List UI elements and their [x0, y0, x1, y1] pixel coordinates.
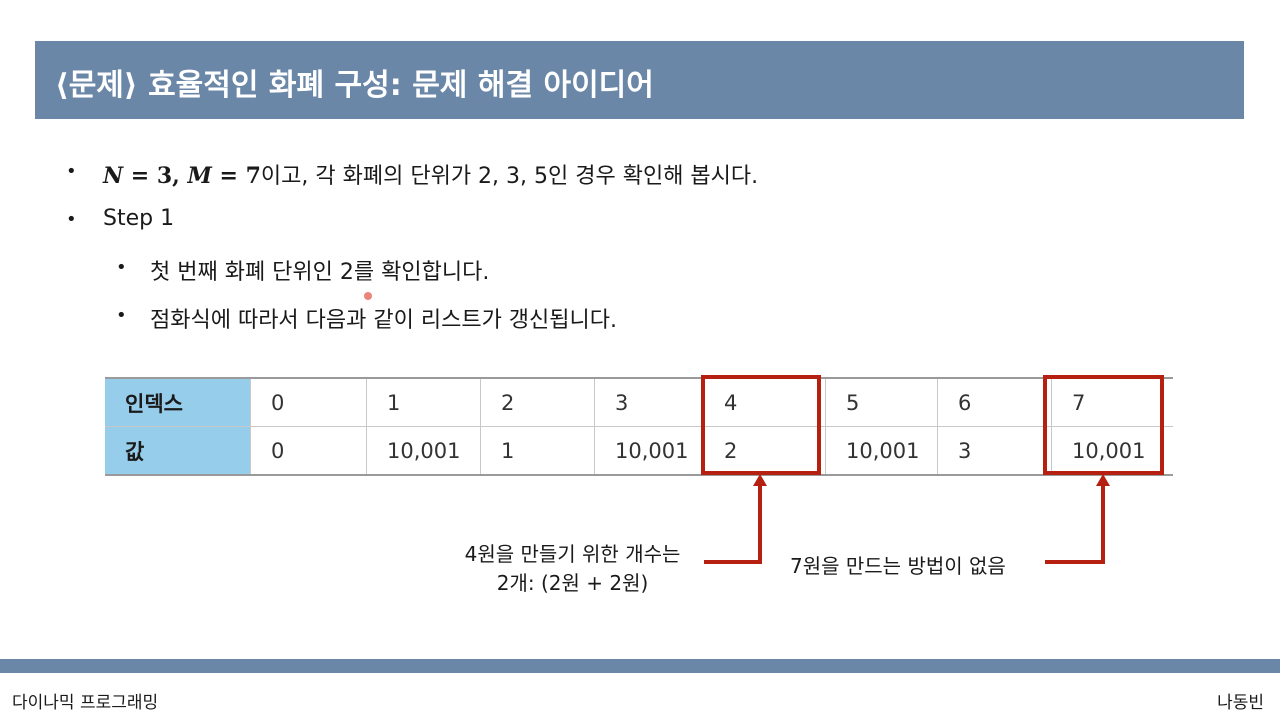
index-cell: 0 — [250, 377, 367, 427]
value-cell: 1 — [480, 426, 595, 476]
value-cell: 10,001 — [366, 426, 481, 476]
highlight-box-index-4 — [701, 375, 821, 475]
index-cell: 5 — [825, 377, 938, 427]
index-cell: 1 — [366, 377, 481, 427]
bullet-dot: • — [66, 209, 77, 230]
arrow-connector-7 — [1045, 560, 1105, 564]
highlight-box-index-7 — [1043, 375, 1164, 475]
footer-author: 나동빈 — [1217, 693, 1264, 713]
index-row: 인덱스 0 1 2 3 4 5 6 7 — [105, 377, 1173, 427]
value-row: 값 0 10,001 1 10,001 2 10,001 3 10,001 — [105, 426, 1173, 476]
footer-course: 다이나믹 프로그래밍 — [12, 693, 159, 713]
arrow-shaft-7 — [1101, 485, 1105, 564]
condition-text: 이고, 각 화폐의 단위가 2, 3, 5인 경우 확인해 봅시다. — [260, 164, 759, 189]
bullet-dot: • — [116, 305, 127, 326]
slide-title: ⟨문제⟩ 효율적인 화폐 구성: 문제 해결 아이디어 — [55, 68, 654, 103]
var-m: M — [187, 163, 212, 189]
index-cell: 6 — [937, 377, 1052, 427]
footer-bar — [0, 659, 1280, 673]
value-cell: 3 — [937, 426, 1052, 476]
eq-m: = 7 — [211, 163, 261, 189]
eq-n: = 3, — [123, 163, 188, 189]
bullet-list-update: 점화식에 따라서 다음과 같이 리스트가 갱신됩니다. — [150, 308, 618, 333]
value-cell: 0 — [250, 426, 367, 476]
note-four-won-line1: 4원을 만들기 위한 개수는 — [464, 542, 681, 566]
bullet-step: Step 1 — [103, 206, 175, 231]
mouse-pointer — [364, 292, 372, 300]
value-cell: 10,001 — [825, 426, 938, 476]
bullet-first-unit: 첫 번째 화폐 단위인 2를 확인합니다. — [150, 260, 490, 285]
title-bar: ⟨문제⟩ 효율적인 화폐 구성: 문제 해결 아이디어 — [35, 41, 1244, 119]
index-cell: 2 — [480, 377, 595, 427]
value-cell: 10,001 — [594, 426, 704, 476]
value-header: 값 — [105, 426, 251, 476]
note-four-won: 4원을 만들기 위한 개수는 2개: (2원 + 2원) — [450, 538, 695, 596]
dp-table: 인덱스 0 1 2 3 4 5 6 7 값 0 10,001 1 10,001 … — [105, 377, 1173, 476]
var-n: N — [103, 163, 124, 189]
arrow-shaft-4 — [758, 485, 762, 564]
arrow-connector-4 — [704, 560, 762, 564]
index-header: 인덱스 — [105, 377, 251, 427]
index-cell: 3 — [594, 377, 704, 427]
note-seven-won: 7원을 만드는 방법이 없음 — [790, 554, 1006, 578]
bullet-dot: • — [116, 257, 127, 278]
note-four-won-line2: 2개: (2원 + 2원) — [496, 571, 649, 595]
bullet-dot: • — [66, 161, 77, 182]
bullet-condition: N = 3, M = 7이고, 각 화폐의 단위가 2, 3, 5인 경우 확인… — [103, 158, 758, 190]
